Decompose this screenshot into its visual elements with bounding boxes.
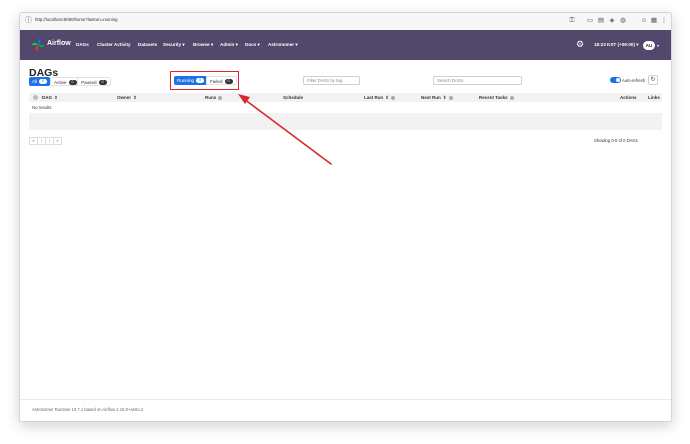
annotation-arrow [238,94,332,165]
